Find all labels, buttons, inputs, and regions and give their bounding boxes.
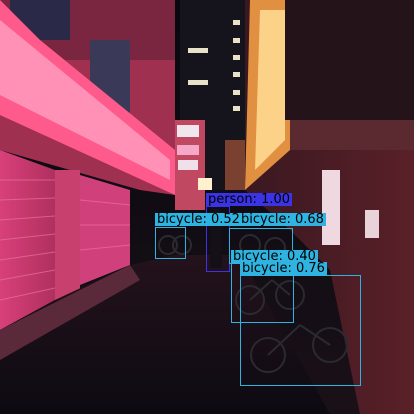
bicycle-detection-label-2: bicycle: 0.68	[239, 212, 326, 227]
bicycle-bounding-box-4	[240, 275, 361, 386]
bicycle-detection-label-1: bicycle: 0.52	[155, 212, 242, 227]
bicycle-detection-label-4: bicycle: 0.76	[240, 261, 327, 276]
person-detection-label: person: 1.00	[206, 192, 293, 207]
bicycle-bounding-box-1	[155, 227, 186, 259]
photo-canvas: person: 1.00 bicycle: 0.52 bicycle: 0.68…	[0, 0, 414, 414]
